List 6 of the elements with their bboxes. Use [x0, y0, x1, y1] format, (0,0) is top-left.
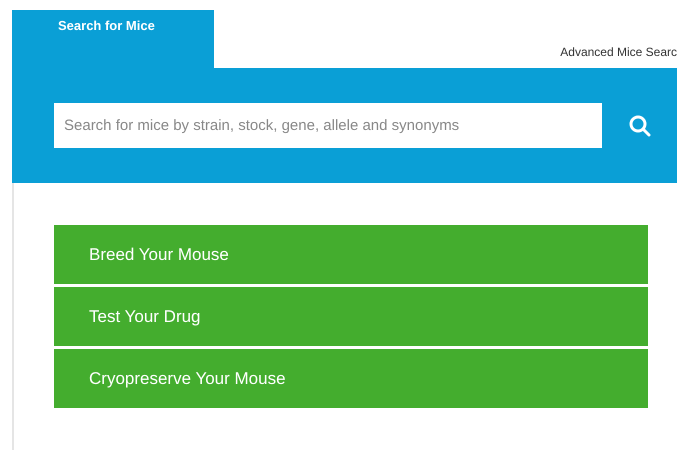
service-button[interactable]: Breed Your Mouse — [54, 225, 648, 284]
search-field[interactable]: Search for mice by strain, stock, gene, allele and synonyms — [54, 103, 602, 148]
search-icon[interactable] — [628, 114, 652, 138]
service-button[interactable]: Test Your Drug — [54, 287, 648, 346]
service-button[interactable]: Cryopreserve Your Mouse — [54, 349, 648, 408]
tab[interactable]: Search for Mice — [12, 10, 214, 68]
